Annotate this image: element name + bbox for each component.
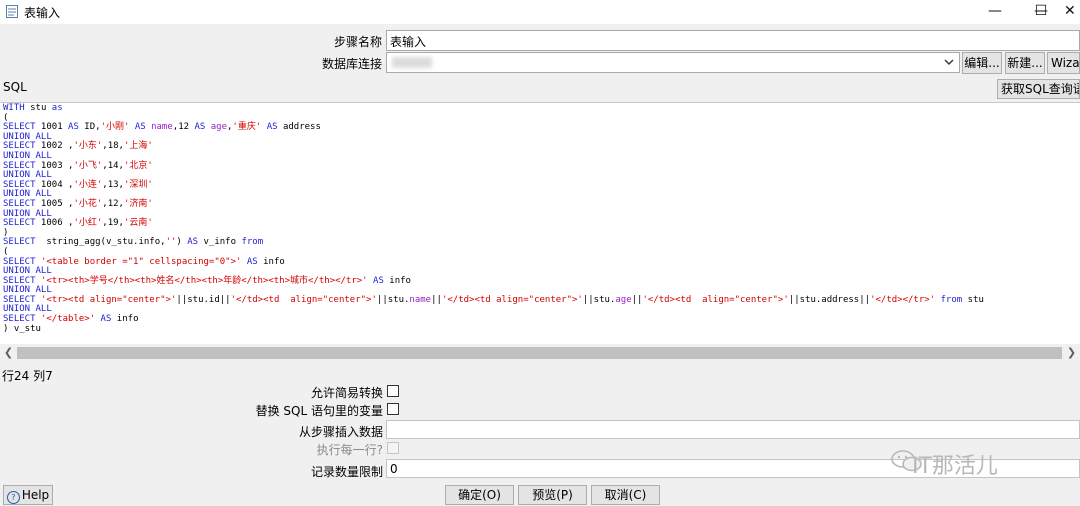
sql-line: SELECT '<tr><th>学号</th><th>姓名</th><th>年龄… (3, 275, 411, 286)
sql-line: SELECT 1006 ,'小红',19,'云南' (3, 218, 153, 229)
sql-line: ) v_stu (3, 323, 41, 334)
help-label: Help (21, 488, 50, 502)
replace-variables-label: 替换 SQL 语句里的变量 (255, 404, 383, 418)
sql-line: SELECT 1001 AS ID,'小刚' AS name,12 AS age… (3, 122, 321, 133)
scroll-right-icon[interactable]: ❯ (1063, 345, 1080, 360)
db-connection-select[interactable] (386, 52, 960, 73)
sql-line: SELECT 1004 ,'小连',13,'深圳' (3, 179, 153, 190)
chevron-down-icon[interactable] (944, 58, 954, 66)
blurred-connection-name (392, 57, 432, 68)
minimize-icon[interactable]: — (972, 0, 1018, 24)
execute-each-row-checkbox[interactable] (387, 442, 399, 454)
close-icon[interactable]: ✕ (1064, 0, 1080, 24)
insert-from-step-label: 从步骤插入数据 (298, 425, 383, 439)
new-connection-button[interactable]: 新建... (1005, 52, 1045, 74)
step-name-input[interactable]: 表输入 (386, 30, 1080, 51)
sql-editor[interactable]: WITH stu as(SELECT 1001 AS ID,'小刚' AS na… (0, 102, 1080, 346)
allow-lazy-conversion-label: 允许简易转换 (310, 386, 383, 400)
scroll-left-icon[interactable]: ❮ (0, 345, 17, 360)
sql-line: SELECT 1005 ,'小花',12,'济南' (3, 198, 153, 209)
insert-from-step-select[interactable] (386, 420, 1080, 439)
wizard-button[interactable]: Wizar (1047, 52, 1080, 74)
get-sql-button[interactable]: 获取SQL查询语句 (997, 79, 1080, 99)
sql-line: WITH stu as (3, 103, 63, 113)
help-button[interactable]: ? Help (3, 485, 53, 505)
sql-label: SQL (3, 80, 27, 94)
scrollbar-thumb[interactable] (17, 347, 1062, 359)
sql-line: SELECT '<table border ="1" cellspacing="… (3, 256, 285, 267)
help-icon: ? (6, 491, 20, 504)
ok-button[interactable]: 确定(O) (445, 485, 514, 505)
sql-line: SELECT 1002 ,'小东',18,'上海' (3, 141, 153, 152)
preview-button[interactable]: 预览(P) (518, 485, 587, 505)
window-title: 表输入 (24, 6, 61, 20)
step-name-label: 步骤名称 (333, 35, 382, 49)
sql-code[interactable]: WITH stu as(SELECT 1001 AS ID,'小刚' AS na… (3, 103, 984, 334)
table-input-icon (6, 5, 18, 18)
allow-lazy-conversion-checkbox[interactable] (387, 385, 399, 397)
cancel-button[interactable]: 取消(C) (591, 485, 660, 505)
watermark-text: IT那活儿 (912, 454, 998, 479)
sql-line: UNION ALL (3, 304, 52, 315)
record-limit-label: 记录数量限制 (310, 465, 383, 479)
sql-line: SELECT string_agg(v_stu.info,'') AS v_in… (3, 237, 264, 248)
sql-line: SELECT '</table>' AS info (3, 314, 139, 325)
cursor-position: 行24 列7 (2, 369, 53, 383)
db-connection-label: 数据库连接 (321, 57, 382, 71)
sql-line: SELECT '<tr><td align="center">'||stu.id… (3, 294, 984, 305)
maximize-icon[interactable]: ☐ (1018, 0, 1064, 24)
execute-each-row-label: 执行每一行? (316, 443, 383, 457)
edit-connection-button[interactable]: 编辑... (962, 52, 1002, 74)
replace-variables-checkbox[interactable] (387, 403, 399, 415)
title-bar (0, 0, 1080, 24)
sql-line: SELECT 1003 ,'小飞',14,'北京' (3, 160, 153, 171)
